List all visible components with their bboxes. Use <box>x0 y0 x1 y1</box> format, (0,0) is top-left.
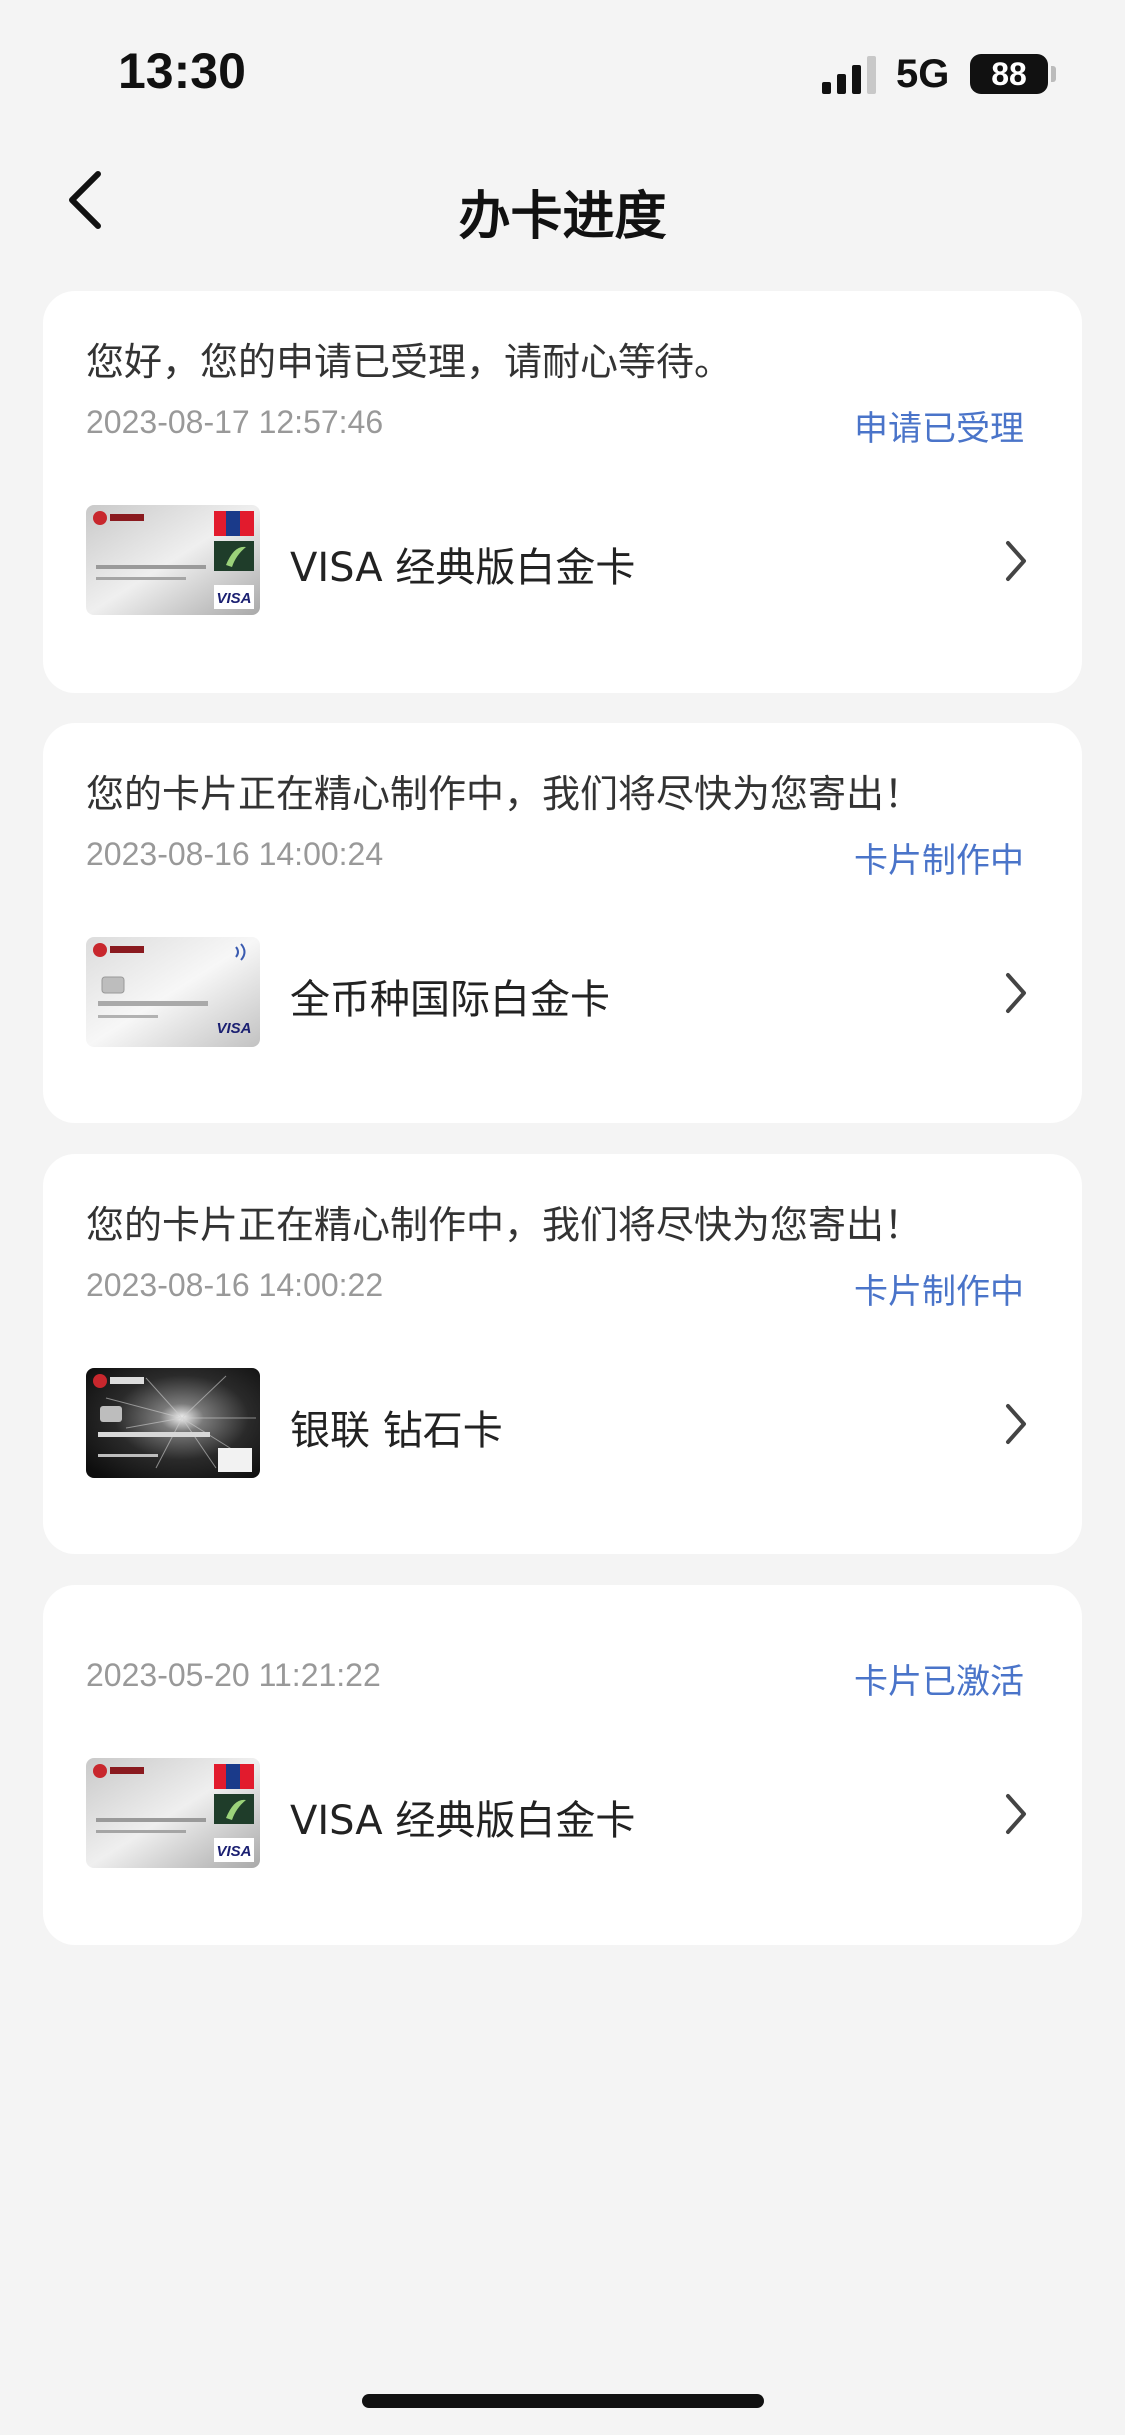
home-indicator[interactable] <box>362 2394 764 2408</box>
progress-status: 卡片制作中 <box>854 1272 1024 1312</box>
chevron-right-icon <box>1006 541 1026 581</box>
application-card: 2023-05-20 11:21:22 卡片已激活 VISA VISA 经典版白… <box>43 1585 1082 1945</box>
application-card: 您的卡片正在精心制作中，我们将尽快为您寄出！ 2023-08-16 14:00:… <box>43 1154 1082 1554</box>
application-card: 您好，您的申请已受理，请耐心等待。 2023-08-17 12:57:46 申请… <box>43 291 1082 693</box>
card-product-name: 全币种国际白金卡 <box>290 977 610 1023</box>
battery-cap <box>1051 66 1056 82</box>
card-product-row[interactable]: VISA VISA 经典版白金卡 <box>43 1758 1082 1870</box>
signal-icon <box>822 56 876 94</box>
progress-status: 卡片制作中 <box>854 841 1024 881</box>
status-time: 13:30 <box>118 43 246 99</box>
application-card: 您的卡片正在精心制作中，我们将尽快为您寄出！ 2023-08-16 14:00:… <box>43 723 1082 1123</box>
card-product-name: 银联 钻石卡 <box>290 1408 503 1454</box>
progress-message: 您的卡片正在精心制作中，我们将尽快为您寄出！ <box>86 1203 923 1247</box>
progress-status: 卡片已激活 <box>854 1662 1024 1702</box>
card-image: VISA <box>86 505 260 615</box>
card-image: VISA <box>86 937 260 1047</box>
card-product-name: VISA 经典版白金卡 <box>290 545 636 591</box>
progress-timestamp: 2023-08-16 14:00:22 <box>86 1267 384 1303</box>
card-product-row[interactable]: VISA VISA 经典版白金卡 <box>43 505 1082 617</box>
card-image <box>86 1368 260 1478</box>
page-title: 办卡进度 <box>458 187 667 247</box>
progress-timestamp: 2023-08-16 14:00:24 <box>86 836 384 872</box>
progress-timestamp: 2023-08-17 12:57:46 <box>86 404 384 440</box>
chevron-right-icon <box>1006 1404 1026 1444</box>
network-label: 5G <box>896 52 950 96</box>
status-bar: 13:30 5G 88 <box>0 0 1125 140</box>
card-image: VISA <box>86 1758 260 1868</box>
svg-text:VISA: VISA <box>216 1020 251 1037</box>
card-product-row[interactable]: 银联 钻石卡 <box>43 1368 1082 1480</box>
nav-bar: 办卡进度 <box>0 140 1125 260</box>
svg-text:VISA: VISA <box>216 590 251 607</box>
card-product-row[interactable]: VISA 全币种国际白金卡 <box>43 937 1082 1049</box>
svg-text:VISA: VISA <box>216 1843 251 1860</box>
chevron-right-icon <box>1006 973 1026 1013</box>
card-product-name: VISA 经典版白金卡 <box>290 1798 636 1844</box>
battery-icon: 88 <box>970 54 1048 94</box>
progress-timestamp: 2023-05-20 11:21:22 <box>86 1657 381 1693</box>
chevron-right-icon <box>1006 1794 1026 1834</box>
progress-status: 申请已受理 <box>854 409 1024 449</box>
progress-message: 您好，您的申请已受理，请耐心等待。 <box>86 340 733 384</box>
progress-message: 您的卡片正在精心制作中，我们将尽快为您寄出！ <box>86 772 923 816</box>
screen: 13:30 5G 88 办卡进度 您好，您的申请已受理，请耐心等待。 2023-… <box>0 0 1125 2435</box>
